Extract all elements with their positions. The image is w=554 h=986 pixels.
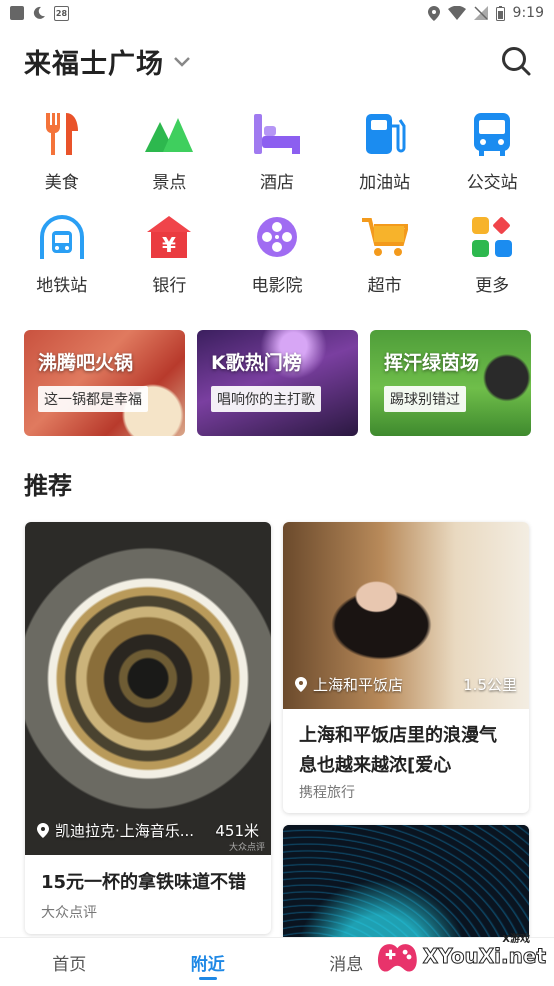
film-reel-icon [253, 213, 301, 261]
category-cinema[interactable]: 电影院 [223, 213, 331, 296]
banner-title: K歌热门榜 [211, 352, 302, 374]
gamepad-logo-icon [377, 944, 417, 972]
card-source: 携程旅行 [299, 785, 355, 801]
card-distance: 1.5公里 [463, 676, 517, 694]
header: 来福士广场 [24, 40, 532, 82]
banner-subtitle: 唱响你的主打歌 [211, 386, 321, 412]
card-location-name: 上海和平饭店 [313, 676, 404, 694]
banner-title: 沸腾吧火锅 [38, 352, 134, 374]
card-location-name: 凯迪拉克·上海音乐... [55, 822, 195, 840]
status-bar: 28 9:19 [0, 0, 554, 26]
category-label: 加油站 [359, 173, 411, 193]
gas-pump-icon [361, 110, 409, 158]
category-bank[interactable]: ¥ 银行 [116, 213, 224, 296]
category-label: 更多 [475, 276, 510, 296]
category-subway[interactable]: 地铁站 [8, 213, 116, 296]
watermark-text: XYouXi.net [422, 944, 546, 969]
category-label: 银行 [152, 276, 187, 296]
location-title: 来福士广场 [24, 48, 164, 80]
wifi-icon [447, 6, 466, 20]
search-icon[interactable] [500, 45, 532, 77]
status-time: 9:19 [512, 5, 544, 21]
tab-label: 消息 [329, 954, 364, 975]
category-gas-station[interactable]: 加油站 [331, 110, 439, 193]
mountain-icon [145, 110, 194, 158]
calendar-icon: 28 [54, 5, 69, 21]
card-distance: 451米 [215, 822, 259, 840]
category-label: 酒店 [259, 173, 294, 193]
card-image: 上海和平饭店 1.5公里 [283, 522, 529, 709]
section-title: 推荐 [24, 472, 72, 500]
card-source: 大众点评 [41, 905, 97, 921]
category-food[interactable]: 美食 [8, 110, 116, 193]
category-label: 公交站 [466, 173, 518, 193]
chevron-down-icon [174, 57, 190, 67]
watermark-small-text: X游戏 [502, 934, 530, 945]
category-bus-stop[interactable]: 公交站 [438, 110, 546, 193]
category-label: 景点 [152, 173, 187, 193]
category-label: 超市 [367, 276, 402, 296]
card-location: 上海和平饭店 1.5公里 [295, 674, 517, 695]
banner-ktv[interactable]: K歌热门榜 唱响你的主打歌 [197, 330, 358, 436]
card-title: 上海和平饭店里的浪漫气息也越来越浓[爱心 [299, 725, 497, 776]
bank-icon: ¥ [145, 213, 193, 261]
location-pin-icon [427, 5, 440, 21]
category-more[interactable]: 更多 [438, 213, 546, 296]
subway-icon [38, 213, 86, 261]
banner-title: 挥汗绿茵场 [384, 352, 480, 374]
bus-icon [468, 110, 516, 158]
banner-hotpot[interactable]: 沸腾吧火锅 这一锅都是幸福 [24, 330, 185, 436]
category-supermarket[interactable]: 超市 [331, 213, 439, 296]
category-grid: 美食 景点 酒店 加油站 公交站 地铁站 ¥ 银行 电影院 超市 更多 [0, 110, 554, 296]
location-pin-icon [37, 823, 49, 838]
tab-label: 首页 [52, 954, 87, 975]
image-watermark: 大众点评 [228, 843, 265, 853]
category-label: 地铁站 [36, 276, 88, 296]
recommend-card[interactable]: 大众点评 凯迪拉克·上海音乐... 451米 15元一杯的拿铁味道不错 大众点评 [25, 522, 271, 934]
card-title: 15元一杯的拿铁味道不错 [41, 872, 247, 893]
no-signal-icon [473, 6, 488, 20]
fork-knife-icon [38, 110, 86, 158]
bed-icon [253, 110, 301, 158]
notification-icon [10, 6, 24, 20]
banner-subtitle: 这一锅都是幸福 [38, 386, 148, 412]
promo-banners: 沸腾吧火锅 这一锅都是幸福 K歌热门榜 唱响你的主打歌 挥汗绿茵场 踢球别错过 [24, 330, 531, 436]
card-location: 凯迪拉克·上海音乐... 451米 [37, 820, 259, 841]
active-tab-indicator [198, 977, 217, 980]
svg-text:¥: ¥ [162, 233, 176, 257]
tab-home[interactable]: 首页 [0, 938, 139, 986]
banner-subtitle: 踢球别错过 [384, 386, 466, 412]
card-image: 大众点评 凯迪拉克·上海音乐... 451米 [25, 522, 271, 855]
grid-more-icon [468, 213, 516, 261]
banner-football[interactable]: 挥汗绿茵场 踢球别错过 [370, 330, 531, 436]
tab-nearby[interactable]: 附近 [139, 938, 278, 986]
cart-icon [361, 213, 409, 261]
tab-label: 附近 [190, 954, 225, 975]
recommend-card[interactable]: 上海和平饭店 1.5公里 上海和平饭店里的浪漫气息也越来越浓[爱心 携程旅行 [283, 522, 529, 813]
category-label: 美食 [44, 173, 79, 193]
category-label: 电影院 [251, 276, 303, 296]
site-watermark: XYouXi.net X游戏 [376, 930, 547, 982]
moon-icon [33, 6, 45, 19]
category-scenic[interactable]: 景点 [116, 110, 224, 193]
location-pin-icon [295, 677, 307, 692]
category-hotel[interactable]: 酒店 [223, 110, 331, 193]
location-selector[interactable]: 来福士广场 [24, 42, 192, 81]
battery-icon [495, 5, 505, 21]
